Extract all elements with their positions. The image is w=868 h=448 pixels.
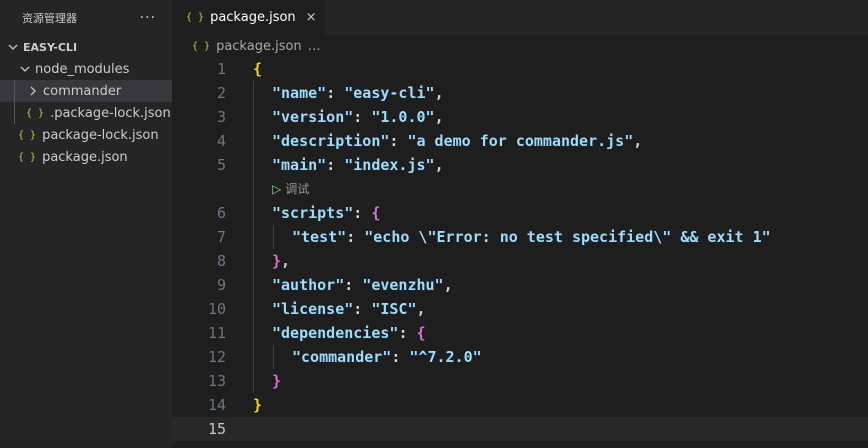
tree-indent-guide — [14, 80, 15, 124]
breadcrumb-file[interactable]: package.json — [216, 39, 302, 54]
explorer-header: 资源管理器 ··· — [0, 0, 172, 36]
tree-item-label: .package-lock.json — [50, 105, 171, 121]
code-text: "name": "easy-cli", — [272, 84, 444, 102]
json-file-icon: { } — [186, 12, 205, 23]
line-number: 8 — [216, 252, 226, 270]
tree-item-dot-package-lock-json[interactable]: { } .package-lock.json — [0, 102, 172, 124]
code-text: { — [253, 60, 263, 78]
tab-package-json[interactable]: { } package.json × — [172, 0, 325, 35]
more-actions-icon[interactable]: ··· — [140, 10, 156, 26]
chevron-down-icon — [6, 42, 20, 52]
tree-item-package-lock-json[interactable]: { } package-lock.json — [0, 124, 172, 146]
code-line: 2 "name": "easy-cli", — [172, 81, 868, 105]
line-number: 3 — [216, 108, 226, 126]
code-line: 5 "main": "index.js", — [172, 153, 868, 177]
json-file-icon: { } — [26, 107, 45, 119]
code-line: 3 "version": "1.0.0", — [172, 105, 868, 129]
code-line: 10 "license": "ISC", — [172, 297, 868, 321]
code-text: "author": "evenzhu", — [272, 276, 453, 294]
line-number: 10 — [207, 300, 226, 318]
code-text: "commander": "^7.2.0" — [292, 348, 482, 366]
line-number: 12 — [207, 348, 226, 366]
tree-root-label: EASY-CLI — [23, 40, 78, 54]
line-number: 15 — [207, 420, 226, 438]
file-tree: EASY-CLI node_modules commander { } .pac… — [0, 36, 172, 168]
line-number: 4 — [216, 132, 226, 150]
tree-item-label: package-lock.json — [42, 127, 159, 143]
code-text: "description": "a demo for commander.js"… — [272, 132, 643, 150]
code-text: "version": "1.0.0", — [272, 108, 444, 126]
tree-item-node-modules[interactable]: node_modules — [0, 58, 172, 80]
line-number: 7 — [216, 228, 226, 246]
code-line: 1{ — [172, 57, 868, 81]
json-file-icon: { } — [192, 40, 211, 52]
code-text: "scripts": { — [272, 204, 381, 222]
code-text: } — [272, 372, 282, 390]
code-text: "main": "index.js", — [272, 156, 444, 174]
breadcrumb-more[interactable]: … — [308, 39, 321, 54]
line-number: 9 — [216, 276, 226, 294]
code-line: 6 "scripts": { — [172, 201, 868, 225]
code-line: 9 "author": "evenzhu", — [172, 273, 868, 297]
line-number: 14 — [207, 396, 226, 414]
code-text: "dependencies": { — [272, 324, 426, 342]
code-line: 7 "test": "echo \"Error: no test specifie… — [172, 225, 868, 249]
tree-item-commander[interactable]: commander — [0, 80, 172, 102]
breadcrumb: { } package.json … — [172, 35, 868, 57]
code-text: } — [253, 396, 263, 414]
tree-item-label: commander — [43, 83, 122, 99]
line-number: 5 — [216, 156, 226, 174]
tree-root-easy-cli[interactable]: EASY-CLI — [0, 36, 172, 58]
code-line: 8}, — [172, 249, 868, 273]
tab-label: package.json — [210, 10, 296, 25]
json-file-icon: { } — [18, 151, 37, 163]
code-line: 12 "commander": "^7.2.0" — [172, 345, 868, 369]
code-line: 4 "description": "a demo for commander.js… — [172, 129, 868, 153]
tree-item-label: node_modules — [35, 61, 130, 77]
code-text: }, — [272, 252, 291, 270]
code-text: "test": "echo \"Error: no test specified… — [292, 228, 771, 246]
code-line: 11 "dependencies": { — [172, 321, 868, 345]
tree-item-package-json[interactable]: { } package.json — [0, 146, 172, 168]
editor-area: { } package.json × { } package.json … 1{… — [172, 0, 868, 448]
line-number: 6 — [216, 204, 226, 222]
close-icon[interactable]: × — [306, 10, 317, 25]
debug-codelens[interactable]: ▷ 调试 — [172, 177, 868, 201]
tree-item-label: package.json — [42, 149, 128, 165]
play-icon: ▷ — [272, 182, 282, 196]
vscode-window: 资源管理器 ··· EASY-CLI node_modules commande… — [0, 0, 868, 448]
line-number: 2 — [216, 84, 226, 102]
code-text: "license": "ISC", — [272, 300, 426, 318]
codelens-label: 调试 — [285, 182, 310, 196]
json-file-icon: { } — [18, 129, 37, 141]
line-number: 1 — [216, 60, 226, 78]
explorer-title: 资源管理器 — [22, 12, 77, 25]
chevron-down-icon — [18, 64, 32, 74]
tab-bar: { } package.json × — [172, 0, 868, 35]
explorer-sidebar: 资源管理器 ··· EASY-CLI node_modules commande… — [0, 0, 172, 448]
line-number: 11 — [207, 324, 226, 342]
code-line-current: 15 — [172, 417, 868, 441]
code-editor[interactable]: 1{ 2 "name": "easy-cli", 3 "version": "1.0… — [172, 57, 868, 441]
code-line: 14} — [172, 393, 868, 417]
line-number: 13 — [207, 372, 226, 390]
chevron-right-icon — [26, 86, 40, 96]
code-line: 13} — [172, 369, 868, 393]
